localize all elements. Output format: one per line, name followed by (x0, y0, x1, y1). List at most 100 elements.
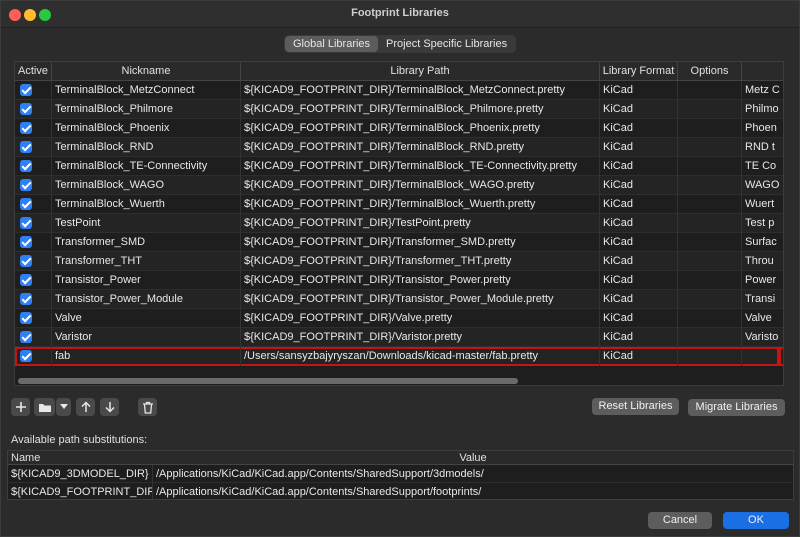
description-cell[interactable]: Test p (742, 214, 783, 233)
library-row[interactable]: Varistor ${KICAD9_FOOTPRINT_DIR}/Varistor… (15, 328, 783, 347)
horizontal-scrollbar[interactable] (18, 378, 518, 384)
library-path-cell[interactable]: ${KICAD9_FOOTPRINT_DIR}/TerminalBlock_WA… (241, 176, 600, 195)
nickname-cell[interactable]: TerminalBlock_Philmore (52, 100, 241, 119)
library-format-cell[interactable]: KiCad (600, 176, 678, 195)
options-cell[interactable] (678, 157, 742, 176)
options-cell[interactable] (678, 309, 742, 328)
library-path-cell[interactable]: ${KICAD9_FOOTPRINT_DIR}/Transformer_THT.… (241, 252, 600, 271)
nickname-cell[interactable]: Valve (52, 309, 241, 328)
options-cell[interactable] (678, 214, 742, 233)
active-checkbox-cell[interactable] (15, 214, 52, 233)
library-path-cell[interactable]: ${KICAD9_FOOTPRINT_DIR}/TestPoint.pretty (241, 214, 600, 233)
active-checkbox[interactable] (20, 141, 32, 153)
library-path-cell[interactable]: ${KICAD9_FOOTPRINT_DIR}/Transformer_SMD.… (241, 233, 600, 252)
description-cell[interactable]: Valve (742, 309, 783, 328)
reset-libraries-button[interactable]: Reset Libraries (592, 398, 679, 415)
library-path-cell[interactable]: ${KICAD9_FOOTPRINT_DIR}/Valve.pretty (241, 309, 600, 328)
vertical-scrollbar[interactable] (777, 347, 781, 365)
options-cell[interactable] (678, 290, 742, 309)
active-checkbox-cell[interactable] (15, 290, 52, 309)
active-checkbox[interactable] (20, 179, 32, 191)
column-header-nickname[interactable]: Nickname (52, 62, 241, 81)
active-checkbox[interactable] (20, 103, 32, 115)
library-row[interactable]: TerminalBlock_TE-Connectivity ${KICAD9_FO… (15, 157, 783, 176)
library-path-cell[interactable]: ${KICAD9_FOOTPRINT_DIR}/TerminalBlock_Me… (241, 81, 600, 100)
column-header-active[interactable]: Active (15, 62, 52, 81)
active-checkbox[interactable] (20, 236, 32, 248)
options-cell[interactable] (678, 81, 742, 100)
library-path-cell[interactable]: ${KICAD9_FOOTPRINT_DIR}/Transistor_Power… (241, 271, 600, 290)
library-path-cell[interactable]: ${KICAD9_FOOTPRINT_DIR}/TerminalBlock_Ph… (241, 100, 600, 119)
active-checkbox-cell[interactable] (15, 328, 52, 347)
library-row[interactable]: Transformer_SMD ${KICAD9_FOOTPRINT_DIR}/T… (15, 233, 783, 252)
options-cell[interactable] (678, 347, 742, 366)
move-down-button[interactable] (100, 398, 119, 416)
nickname-cell[interactable]: TerminalBlock_Phoenix (52, 119, 241, 138)
library-format-cell[interactable]: KiCad (600, 233, 678, 252)
description-cell[interactable]: RND t (742, 138, 783, 157)
active-checkbox-cell[interactable] (15, 195, 52, 214)
active-checkbox[interactable] (20, 293, 32, 305)
nickname-cell[interactable]: TerminalBlock_TE-Connectivity (52, 157, 241, 176)
cancel-button[interactable]: Cancel (648, 512, 712, 529)
active-checkbox-cell[interactable] (15, 271, 52, 290)
library-format-cell[interactable]: KiCad (600, 138, 678, 157)
move-up-button[interactable] (76, 398, 95, 416)
active-checkbox-cell[interactable] (15, 119, 52, 138)
column-header-library-format[interactable]: Library Format (600, 62, 678, 81)
library-format-cell[interactable]: KiCad (600, 81, 678, 100)
active-checkbox[interactable] (20, 84, 32, 96)
options-cell[interactable] (678, 138, 742, 157)
active-checkbox-cell[interactable] (15, 138, 52, 157)
active-checkbox[interactable] (20, 217, 32, 229)
library-row[interactable]: Valve ${KICAD9_FOOTPRINT_DIR}/Valve.prett… (15, 309, 783, 328)
library-path-cell[interactable]: /Users/sansyzbajyryszan/Downloads/kicad-… (241, 347, 600, 366)
description-cell[interactable]: Transi (742, 290, 783, 309)
description-cell[interactable]: Varisto (742, 328, 783, 347)
nickname-cell[interactable]: TerminalBlock_WAGO (52, 176, 241, 195)
column-header-description[interactable] (742, 62, 783, 81)
library-row[interactable]: fab/Users/sansyzbajyryszan/Downloads/kic… (15, 347, 783, 366)
active-checkbox[interactable] (20, 122, 32, 134)
active-checkbox-cell[interactable] (15, 100, 52, 119)
library-row[interactable]: TerminalBlock_Phoenix ${KICAD9_FOOTPRINT_… (15, 119, 783, 138)
library-format-cell[interactable]: KiCad (600, 290, 678, 309)
library-path-cell[interactable]: ${KICAD9_FOOTPRINT_DIR}/TerminalBlock_Wu… (241, 195, 600, 214)
active-checkbox-cell[interactable] (15, 81, 52, 100)
active-checkbox-cell[interactable] (15, 233, 52, 252)
substitution-row[interactable]: ${KICAD9_FOOTPRINT_DIR} /Applications/Ki… (8, 483, 793, 499)
library-format-cell[interactable]: KiCad (600, 100, 678, 119)
options-cell[interactable] (678, 119, 742, 138)
active-checkbox-cell[interactable] (15, 157, 52, 176)
library-format-cell[interactable]: KiCad (600, 328, 678, 347)
library-format-cell[interactable]: KiCad (600, 347, 678, 366)
active-checkbox[interactable] (20, 274, 32, 286)
active-checkbox-cell[interactable] (15, 309, 52, 328)
add-library-button[interactable] (11, 398, 30, 416)
library-format-cell[interactable]: KiCad (600, 309, 678, 328)
nickname-cell[interactable]: Varistor (52, 328, 241, 347)
nickname-cell[interactable]: Transformer_THT (52, 252, 241, 271)
library-row[interactable]: Transformer_THT ${KICAD9_FOOTPRINT_DIR}/T… (15, 252, 783, 271)
library-row[interactable]: TerminalBlock_MetzConnect ${KICAD9_FOOTPR… (15, 81, 783, 100)
description-cell[interactable]: Surfac (742, 233, 783, 252)
add-existing-library-button[interactable] (34, 398, 55, 416)
nickname-cell[interactable]: TestPoint (52, 214, 241, 233)
nickname-cell[interactable]: Transformer_SMD (52, 233, 241, 252)
tab-global-libraries[interactable]: Global Libraries (285, 36, 379, 52)
options-cell[interactable] (678, 233, 742, 252)
library-row[interactable]: Transistor_Power ${KICAD9_FOOTPRINT_DIR}/… (15, 271, 783, 290)
library-row[interactable]: TestPoint ${KICAD9_FOOTPRINT_DIR}/TestPoi… (15, 214, 783, 233)
nickname-cell[interactable]: TerminalBlock_MetzConnect (52, 81, 241, 100)
nickname-cell[interactable]: Transistor_Power (52, 271, 241, 290)
active-checkbox[interactable] (20, 255, 32, 267)
description-cell[interactable]: Philmo (742, 100, 783, 119)
options-cell[interactable] (678, 252, 742, 271)
active-checkbox-cell[interactable] (15, 347, 52, 366)
options-cell[interactable] (678, 176, 742, 195)
nickname-cell[interactable]: TerminalBlock_RND (52, 138, 241, 157)
description-cell[interactable]: Power (742, 271, 783, 290)
description-cell[interactable]: Wuert (742, 195, 783, 214)
ok-button[interactable]: OK (723, 512, 789, 529)
active-checkbox[interactable] (20, 331, 32, 343)
